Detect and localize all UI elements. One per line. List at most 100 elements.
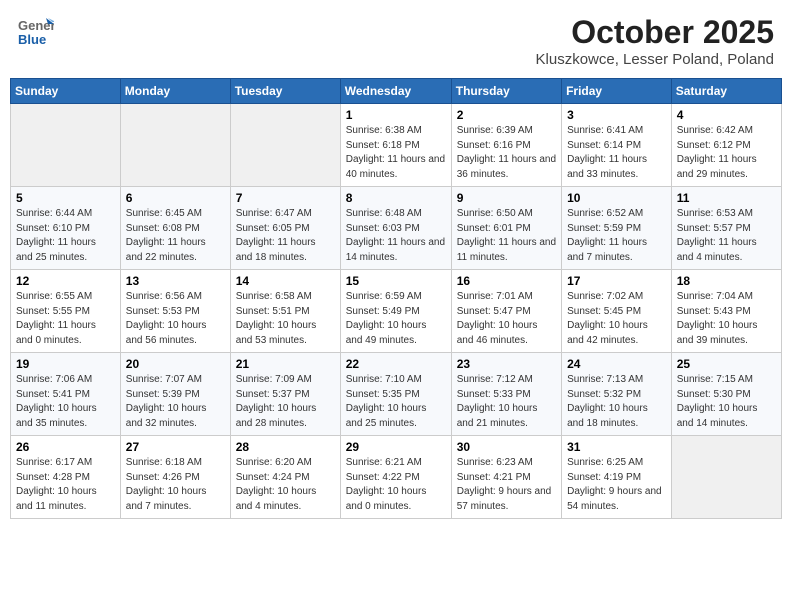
day-number: 12 [16, 274, 115, 288]
calendar-cell: 5 Sunrise: 6:44 AMSunset: 6:10 PMDaylight… [11, 187, 121, 270]
day-info: Sunrise: 6:59 AMSunset: 5:49 PMDaylight:… [346, 290, 446, 348]
calendar-cell: 15 Sunrise: 6:59 AMSunset: 5:49 PMDayligh… [340, 270, 451, 353]
calendar-cell: 13 Sunrise: 6:56 AMSunset: 5:53 PMDayligh… [120, 270, 230, 353]
day-info: Sunrise: 6:47 AMSunset: 6:05 PMDaylight:… [236, 207, 335, 265]
day-info: Sunrise: 6:41 AMSunset: 6:14 PMDaylight:… [567, 124, 666, 182]
location-title: Kluszkowce, Lesser Poland, Poland [536, 51, 774, 68]
day-number: 19 [16, 357, 115, 371]
calendar-cell: 7 Sunrise: 6:47 AMSunset: 6:05 PMDaylight… [230, 187, 340, 270]
calendar-cell: 23 Sunrise: 7:12 AMSunset: 5:33 PMDayligh… [451, 353, 561, 436]
day-info: Sunrise: 6:18 AMSunset: 4:26 PMDaylight:… [126, 456, 225, 514]
day-info: Sunrise: 7:07 AMSunset: 5:39 PMDaylight:… [126, 373, 225, 431]
calendar-cell: 25Sunrise: 7:15 AMSunset: 5:30 PMDayligh… [671, 353, 781, 436]
day-info: Sunrise: 6:53 AMSunset: 5:57 PMDaylight:… [677, 207, 776, 265]
calendar-cell: 8Sunrise: 6:48 AMSunset: 6:03 PMDaylight… [340, 187, 451, 270]
day-number: 28 [236, 440, 335, 454]
day-number: 22 [346, 357, 446, 371]
day-info: Sunrise: 7:12 AMSunset: 5:33 PMDaylight:… [457, 373, 556, 431]
day-info: Sunrise: 6:23 AMSunset: 4:21 PMDaylight:… [457, 456, 556, 514]
day-number: 15 [346, 274, 446, 288]
day-number: 26 [16, 440, 115, 454]
calendar-cell: 11Sunrise: 6:53 AMSunset: 5:57 PMDayligh… [671, 187, 781, 270]
day-info: Sunrise: 6:39 AMSunset: 6:16 PMDaylight:… [457, 124, 556, 182]
calendar-cell: 24Sunrise: 7:13 AMSunset: 5:32 PMDayligh… [562, 353, 672, 436]
day-info: Sunrise: 6:17 AMSunset: 4:28 PMDaylight:… [16, 456, 115, 514]
calendar-cell: 22 Sunrise: 7:10 AMSunset: 5:35 PMDayligh… [340, 353, 451, 436]
day-number: 13 [126, 274, 225, 288]
calendar-cell: 1Sunrise: 6:38 AMSunset: 6:18 PMDaylight… [340, 104, 451, 187]
day-number: 14 [236, 274, 335, 288]
day-of-week-header: Sunday [11, 79, 121, 104]
day-number: 2 [457, 108, 556, 122]
calendar-cell: 27Sunrise: 6:18 AMSunset: 4:26 PMDayligh… [120, 436, 230, 519]
page-header: General Blue October 2025 Kluszkowce, Le… [10, 10, 782, 72]
calendar-cell [230, 104, 340, 187]
day-number: 20 [126, 357, 225, 371]
calendar-cell [11, 104, 121, 187]
day-info: Sunrise: 6:38 AMSunset: 6:18 PMDaylight:… [346, 124, 446, 182]
day-info: Sunrise: 6:25 AMSunset: 4:19 PMDaylight:… [567, 456, 666, 514]
calendar-week-row: 19 Sunrise: 7:06 AMSunset: 5:41 PMDayligh… [11, 353, 782, 436]
day-info: Sunrise: 6:52 AMSunset: 5:59 PMDaylight:… [567, 207, 666, 265]
calendar-week-row: 5 Sunrise: 6:44 AMSunset: 6:10 PMDaylight… [11, 187, 782, 270]
title-block: October 2025 Kluszkowce, Lesser Poland, … [536, 14, 774, 68]
day-number: 6 [126, 191, 225, 205]
calendar-week-row: 1Sunrise: 6:38 AMSunset: 6:18 PMDaylight… [11, 104, 782, 187]
day-number: 23 [457, 357, 556, 371]
day-number: 31 [567, 440, 666, 454]
day-info: Sunrise: 6:21 AMSunset: 4:22 PMDaylight:… [346, 456, 446, 514]
day-number: 10 [567, 191, 666, 205]
day-info: Sunrise: 6:45 AMSunset: 6:08 PMDaylight:… [126, 207, 225, 265]
calendar-cell: 4 Sunrise: 6:42 AMSunset: 6:12 PMDaylight… [671, 104, 781, 187]
day-info: Sunrise: 6:58 AMSunset: 5:51 PMDaylight:… [236, 290, 335, 348]
day-of-week-header: Tuesday [230, 79, 340, 104]
calendar-cell: 9Sunrise: 6:50 AMSunset: 6:01 PMDaylight… [451, 187, 561, 270]
day-of-week-header: Wednesday [340, 79, 451, 104]
calendar-cell: 20 Sunrise: 7:07 AMSunset: 5:39 PMDayligh… [120, 353, 230, 436]
calendar-week-row: 12 Sunrise: 6:55 AMSunset: 5:55 PMDayligh… [11, 270, 782, 353]
day-info: Sunrise: 6:44 AMSunset: 6:10 PMDaylight:… [16, 207, 115, 265]
calendar-cell: 29 Sunrise: 6:21 AMSunset: 4:22 PMDayligh… [340, 436, 451, 519]
day-number: 3 [567, 108, 666, 122]
calendar-cell: 2 Sunrise: 6:39 AMSunset: 6:16 PMDaylight… [451, 104, 561, 187]
day-number: 4 [677, 108, 776, 122]
calendar-cell: 30Sunrise: 6:23 AMSunset: 4:21 PMDayligh… [451, 436, 561, 519]
calendar-cell: 10 Sunrise: 6:52 AMSunset: 5:59 PMDayligh… [562, 187, 672, 270]
day-number: 18 [677, 274, 776, 288]
day-info: Sunrise: 6:48 AMSunset: 6:03 PMDaylight:… [346, 207, 446, 265]
calendar-table: SundayMondayTuesdayWednesdayThursdayFrid… [10, 78, 782, 519]
day-of-week-header: Thursday [451, 79, 561, 104]
month-title: October 2025 [536, 14, 774, 51]
day-info: Sunrise: 7:06 AMSunset: 5:41 PMDaylight:… [16, 373, 115, 431]
logo-icon: General Blue [18, 14, 54, 55]
day-number: 24 [567, 357, 666, 371]
day-info: Sunrise: 6:42 AMSunset: 6:12 PMDaylight:… [677, 124, 776, 182]
svg-text:Blue: Blue [18, 32, 46, 47]
day-of-week-header: Monday [120, 79, 230, 104]
day-info: Sunrise: 6:55 AMSunset: 5:55 PMDaylight:… [16, 290, 115, 348]
day-info: Sunrise: 7:09 AMSunset: 5:37 PMDaylight:… [236, 373, 335, 431]
day-number: 5 [16, 191, 115, 205]
day-number: 21 [236, 357, 335, 371]
day-number: 7 [236, 191, 335, 205]
calendar-cell: 28Sunrise: 6:20 AMSunset: 4:24 PMDayligh… [230, 436, 340, 519]
calendar-cell: 14 Sunrise: 6:58 AMSunset: 5:51 PMDayligh… [230, 270, 340, 353]
day-info: Sunrise: 6:56 AMSunset: 5:53 PMDaylight:… [126, 290, 225, 348]
day-info: Sunrise: 7:04 AMSunset: 5:43 PMDaylight:… [677, 290, 776, 348]
day-info: Sunrise: 7:15 AMSunset: 5:30 PMDaylight:… [677, 373, 776, 431]
day-of-week-header: Friday [562, 79, 672, 104]
calendar-cell: 26 Sunrise: 6:17 AMSunset: 4:28 PMDayligh… [11, 436, 121, 519]
calendar-cell: 16Sunrise: 7:01 AMSunset: 5:47 PMDayligh… [451, 270, 561, 353]
day-number: 29 [346, 440, 446, 454]
day-number: 9 [457, 191, 556, 205]
day-of-week-header: Saturday [671, 79, 781, 104]
calendar-cell: 31 Sunrise: 6:25 AMSunset: 4:19 PMDayligh… [562, 436, 672, 519]
day-info: Sunrise: 7:10 AMSunset: 5:35 PMDaylight:… [346, 373, 446, 431]
calendar-cell: 18 Sunrise: 7:04 AMSunset: 5:43 PMDayligh… [671, 270, 781, 353]
logo: General Blue [18, 14, 54, 55]
day-info: Sunrise: 7:01 AMSunset: 5:47 PMDaylight:… [457, 290, 556, 348]
calendar-cell: 19 Sunrise: 7:06 AMSunset: 5:41 PMDayligh… [11, 353, 121, 436]
calendar-cell: 12 Sunrise: 6:55 AMSunset: 5:55 PMDayligh… [11, 270, 121, 353]
calendar-cell [671, 436, 781, 519]
day-number: 17 [567, 274, 666, 288]
